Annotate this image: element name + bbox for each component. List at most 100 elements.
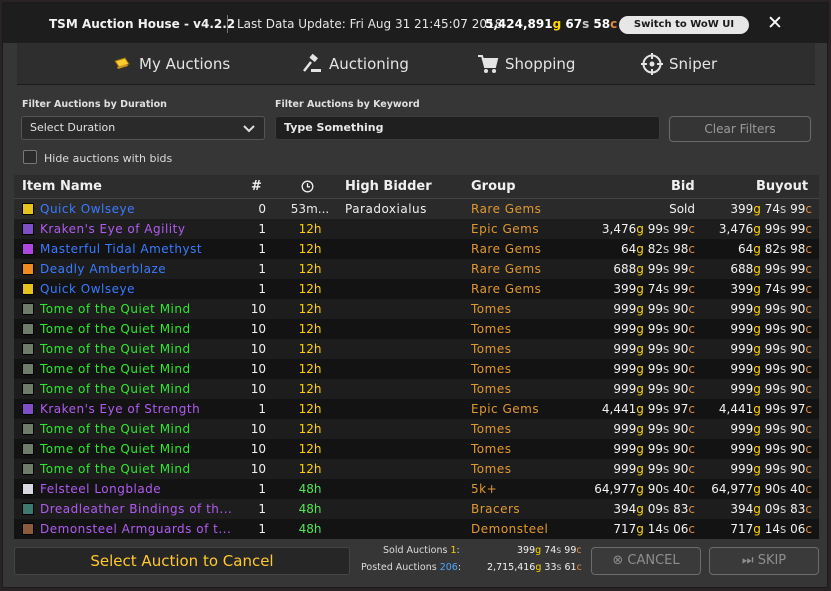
gold-amount: 999 [730,422,754,436]
silver-unit: s [663,422,670,436]
silver-amount: 99 [647,302,664,316]
item-name[interactable]: Felsteel Longblade [40,482,161,496]
table-row[interactable]: Tome of the Quiet Mind 10 12h Tomes 999g 99s… [14,339,819,359]
bid-price: 999g 99s 90c [574,422,695,436]
copper-unit: c [688,362,695,376]
table-row[interactable]: Tome of the Quiet Mind 10 12h Tomes 999g 99s… [14,299,819,319]
table-row[interactable]: Tome of the Quiet Mind 10 12h Tomes 999g 99s… [14,459,819,479]
item-icon [22,303,34,315]
item-name[interactable]: Deadly Amberblaze [40,262,166,276]
keyword-input[interactable]: Type Something [275,116,660,140]
cancel-auction-button[interactable]: ⊗ CANCEL [591,547,701,575]
silver-amount: 99 [764,462,781,476]
copper-unit: c [805,282,812,296]
item-name[interactable]: Masterful Tidal Amethyst [40,242,202,256]
time-left: 48h [298,502,322,516]
header-bid[interactable]: Bid [671,179,695,194]
silver-amount: 82 [764,242,781,256]
buyout-price: 999g 99s 90c [699,382,812,396]
table-row[interactable]: Tome of the Quiet Mind 10 12h Tomes 999g 99s… [14,379,819,399]
header-group[interactable]: Group [471,179,516,194]
table-row[interactable]: Demonsteel Armguards of t... 1 48h Demonste… [14,519,819,539]
chevron-down-icon [243,125,255,133]
item-name[interactable]: Kraken's Eye of Strength [40,402,200,416]
table-row[interactable]: Quick Owlseye 0 53m... Paradoxialus Rare Gem… [14,199,819,219]
header-high-bidder[interactable]: High Bidder [345,179,432,194]
clear-filters-button[interactable]: Clear Filters [669,116,811,142]
header-item-name[interactable]: Item Name [22,179,102,194]
posted-auctions-value: 2,715,416g 33s 61c [487,562,582,573]
table-row[interactable]: Tome of the Quiet Mind 10 12h Tomes 999g 99s… [14,419,819,439]
time-left: 12h [298,382,322,396]
item-icon [22,423,34,435]
item-name[interactable]: Tome of the Quiet Mind [40,422,191,436]
item-name[interactable]: Tome of the Quiet Mind [40,302,191,316]
header-quantity[interactable]: # [251,179,262,194]
table-row[interactable]: Tome of the Quiet Mind 10 12h Tomes 999g 99s… [14,439,819,459]
switch-to-wow-ui-button[interactable]: Switch to WoW UI [619,16,749,34]
silver-amount: 14 [647,522,664,536]
table-row[interactable]: Tome of the Quiet Mind 10 12h Tomes 999g 99s… [14,319,819,339]
item-name[interactable]: Tome of the Quiet Mind [40,442,191,456]
copper-unit: c [688,482,695,496]
item-name[interactable]: Tome of the Quiet Mind [40,382,191,396]
item-name[interactable]: Tome of the Quiet Mind [40,462,191,476]
tab-auctioning[interactable]: Auctioning [301,49,409,79]
table-row[interactable]: Felsteel Longblade 1 48h 5k+ 64,977g 90s 40c… [14,479,819,499]
silver-unit: s [780,242,787,256]
header-buyout[interactable]: Buyout [756,179,808,194]
silver-amount: 99 [647,442,664,456]
table-row[interactable]: Quick Owlseye 1 12h Rare Gems 399g 74s 99c 39… [14,279,819,299]
gold-unit: g [636,342,644,356]
tab-label: Sniper [669,55,718,73]
gold-unit: g [753,522,761,536]
time-left: 12h [298,262,322,276]
table-row[interactable]: Dreadleather Bindings of th... 1 48h Bracer… [14,499,819,519]
silver-unit: s [663,302,670,316]
tab-my-auctions[interactable]: My Auctions [113,49,230,79]
buyout-price: 717g 14s 06c [699,522,812,536]
item-name[interactable]: Kraken's Eye of Agility [40,222,185,236]
silver-unit: s [780,322,787,336]
item-group: Epic Gems [471,402,540,416]
item-icon [22,383,34,395]
table-row[interactable]: Deadly Amberblaze 1 12h Rare Gems 688g 99s 9… [14,259,819,279]
clock-icon[interactable] [301,180,314,197]
posted-auctions-text: Posted Auctions [361,562,437,573]
duration-select[interactable]: Select Duration [21,116,265,140]
item-group: Tomes [471,462,512,476]
item-name[interactable]: Tome of the Quiet Mind [40,362,191,376]
gold-amount: 717 [613,522,637,536]
item-name[interactable]: Dreadleather Bindings of th... [40,502,232,516]
item-name[interactable]: Tome of the Quiet Mind [40,342,191,356]
item-group: Tomes [471,302,512,316]
time-left: 12h [298,402,322,416]
gold-amount: 3,476 [601,222,637,236]
item-quantity: 1 [258,402,266,416]
tab-shopping[interactable]: Shopping [477,49,575,79]
gold-unit: g [753,342,761,356]
hide-bids-checkbox[interactable] [23,150,37,164]
item-name[interactable]: Demonsteel Armguards of t... [40,522,231,536]
time-left: 53m... [290,202,330,216]
table-row[interactable]: Kraken's Eye of Strength 1 12h Epic Gems 4,4… [14,399,819,419]
gold-unit: g [535,545,542,556]
copper-amount: 90 [790,462,806,476]
close-icon[interactable]: ✕ [764,12,786,34]
table-row[interactable]: Tome of the Quiet Mind 10 12h Tomes 999g 99s… [14,359,819,379]
gold-amount: 999 [730,322,754,336]
table-header: Item Name # High Bidder Group Bid Buyout [14,175,819,199]
tab-sniper[interactable]: Sniper [641,49,717,79]
table-row[interactable]: Masterful Tidal Amethyst 1 12h Rare Gems 64g… [14,239,819,259]
copper-amount: 90 [673,422,689,436]
gold-unit: g [636,482,644,496]
silver-unit: s [780,522,787,536]
item-name[interactable]: Tome of the Quiet Mind [40,322,191,336]
item-name[interactable]: Quick Owlseye [40,202,135,216]
high-bidder: Paradoxialus [345,202,427,216]
item-icon [22,283,34,295]
item-group: Tomes [471,382,512,396]
item-name[interactable]: Quick Owlseye [40,282,135,296]
table-row[interactable]: Kraken's Eye of Agility 1 12h Epic Gems 3,47… [14,219,819,239]
skip-button[interactable]: ⏭ SKIP [709,547,819,575]
